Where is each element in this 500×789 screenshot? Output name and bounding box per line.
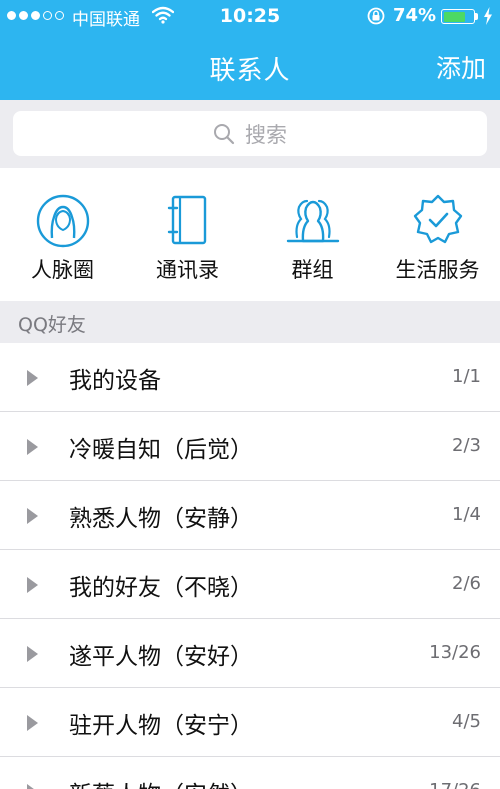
navigation-bar: 联系人 添加	[0, 38, 500, 94]
list-item[interactable]: 遂平人物（安好） 13/26	[0, 619, 500, 688]
top-bar: 中国联通 10:25 74% 联系人 添加	[0, 0, 500, 100]
battery-icon	[441, 9, 475, 24]
group-online-count: 2/6	[452, 573, 481, 594]
search-icon	[214, 123, 235, 144]
group-name: 我的好友（不晓）	[69, 575, 253, 601]
section-header: QQ好友	[0, 301, 500, 343]
group-name: 熟悉人物（安静）	[69, 506, 253, 532]
quick-entry-address-book[interactable]: 通讯录	[125, 168, 250, 301]
quick-entry-group[interactable]: 群组	[250, 168, 375, 301]
expand-arrow-icon	[27, 646, 38, 662]
battery-percentage: 74%	[393, 5, 437, 26]
verified-badge-icon	[413, 194, 463, 244]
charging-bolt-icon	[484, 7, 492, 25]
expand-arrow-icon	[27, 715, 38, 731]
group-online-count: 2/3	[452, 435, 481, 456]
search-placeholder: 搜索	[245, 122, 287, 147]
group-online-count: 1/4	[452, 504, 481, 525]
add-button[interactable]: 添加	[436, 49, 486, 85]
quick-entry-label: 群组	[291, 258, 334, 282]
group-name: 冷暖自知（后觉）	[69, 437, 253, 463]
quick-entry-label: 通讯录	[156, 258, 219, 282]
list-item[interactable]: 我的好友（不晓） 2/6	[0, 550, 500, 619]
address-book-icon	[167, 195, 207, 245]
quick-entry-life-services[interactable]: 生活服务	[375, 168, 500, 301]
list-item[interactable]: 驻开人物（安宁） 4/5	[0, 688, 500, 757]
search-input[interactable]: 搜索	[13, 111, 487, 156]
rotation-lock-icon	[367, 7, 385, 25]
expand-arrow-icon	[27, 784, 38, 789]
quick-entry-label: 生活服务	[395, 258, 480, 282]
contacts-circle-icon	[36, 194, 90, 248]
quick-entry-label: 人脉圈	[31, 258, 94, 282]
expand-arrow-icon	[27, 577, 38, 593]
group-online-count: 4/5	[452, 711, 481, 732]
group-online-count: 1/1	[452, 366, 481, 387]
group-online-count: 13/26	[429, 642, 481, 663]
friend-group-list: 我的设备 1/1 冷暖自知（后觉） 2/3 熟悉人物（安静） 1/4 我的好友（…	[0, 343, 500, 789]
contacts-screen: 中国联通 10:25 74% 联系人 添加 搜索 人脉圈 通讯录 群组 生活服务…	[0, 0, 500, 789]
group-online-count: 17/26	[429, 780, 481, 789]
expand-arrow-icon	[27, 370, 38, 386]
page-title: 联系人	[209, 56, 291, 86]
search-area: 搜索	[0, 100, 500, 168]
group-name: 我的设备	[69, 368, 161, 394]
expand-arrow-icon	[27, 508, 38, 524]
battery-cap	[475, 13, 478, 20]
battery-level-fill	[443, 11, 465, 22]
group-name: 驻开人物（安宁）	[69, 713, 253, 739]
status-bar: 中国联通 10:25 74%	[0, 0, 500, 32]
list-item[interactable]: 新蔡人物（安然） 17/26	[0, 757, 500, 789]
group-name: 遂平人物（安好）	[69, 644, 253, 670]
list-item[interactable]: 冷暖自知（后觉） 2/3	[0, 412, 500, 481]
quick-entry-contacts-circle[interactable]: 人脉圈	[0, 168, 125, 301]
list-item[interactable]: 我的设备 1/1	[0, 343, 500, 412]
quick-entry-row: 人脉圈 通讯录 群组 生活服务	[0, 168, 500, 301]
group-icon	[286, 199, 340, 243]
expand-arrow-icon	[27, 439, 38, 455]
section-title: QQ好友	[18, 314, 86, 336]
list-item[interactable]: 熟悉人物（安静） 1/4	[0, 481, 500, 550]
group-name: 新蔡人物（安然）	[69, 775, 253, 789]
